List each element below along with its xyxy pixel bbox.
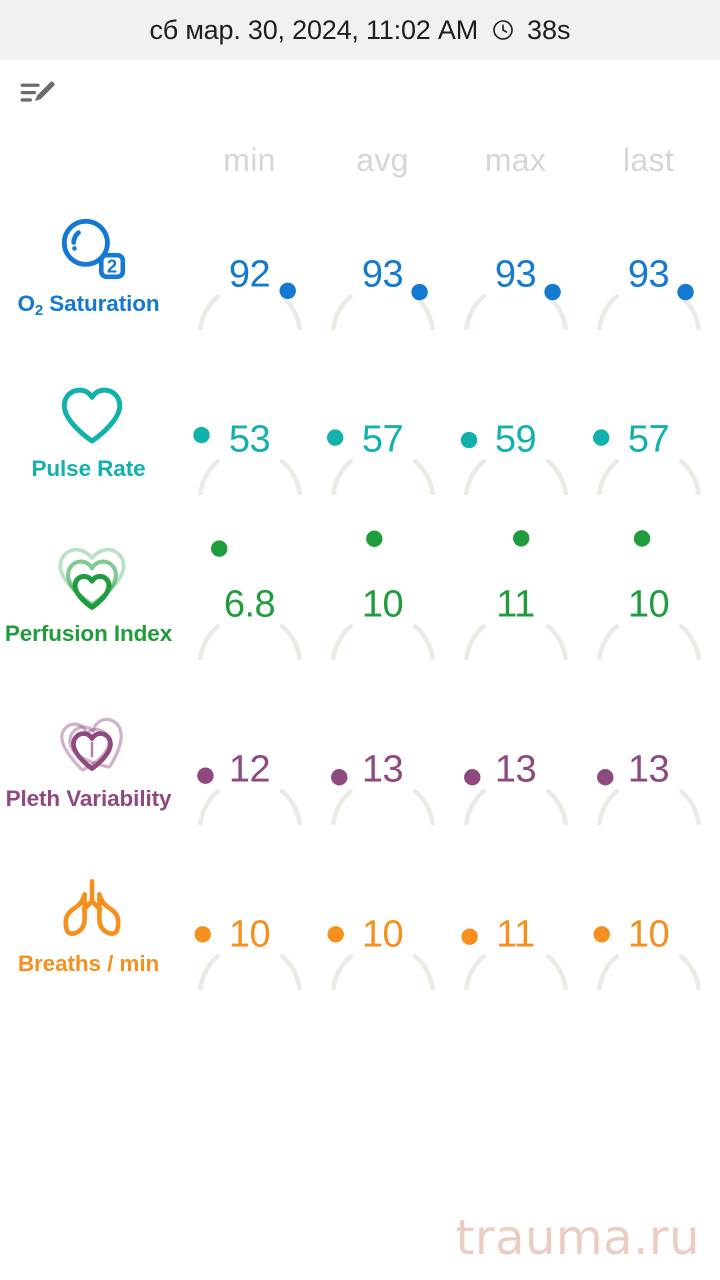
gauge-value: 93 — [627, 253, 670, 296]
gauge-value: 12 — [228, 748, 271, 791]
gauge-value: 93 — [361, 253, 404, 296]
gauge-breaths-min-last[interactable]: 10 — [582, 860, 715, 1010]
gauge-value: 10 — [627, 913, 670, 956]
duration-group: 38s — [491, 15, 571, 46]
topbar: сб мар. 30, 2024, 11:02 AM 38s — [0, 0, 720, 60]
metric-gauges: 92 93 93 93 — [183, 192, 720, 357]
metric-gauges: 10 10 11 10 — [183, 852, 720, 1017]
column-header-min: min — [223, 142, 276, 178]
metric-label-block: Breaths / min — [0, 852, 183, 1017]
gauge-breaths-min-min[interactable]: 10 — [183, 860, 316, 1010]
clock-icon — [491, 18, 515, 42]
gauge-pleth-variability-max[interactable]: 13 — [449, 695, 582, 845]
gauge-o-saturation-last[interactable]: 93 — [582, 200, 715, 350]
metric-row-o-saturation: 2 O2 Saturation 92 93 93 93 — [0, 192, 720, 357]
watermark: trauma.ru — [455, 1210, 700, 1266]
metric-row-pulse-rate: Pulse Rate 53 57 59 57 — [0, 357, 720, 522]
gauge-value: 6.8 — [223, 583, 276, 626]
overlapping-hearts-icon — [55, 707, 129, 781]
metric-label-block: Pulse Rate — [0, 357, 183, 522]
gauge-value: 57 — [361, 418, 404, 461]
column-header-avg: avg — [356, 142, 409, 178]
metric-name: Pleth Variability — [5, 786, 172, 811]
gauge-pleth-variability-min[interactable]: 12 — [183, 695, 316, 845]
gauge-value: 10 — [627, 583, 670, 626]
gauge-value: 13 — [494, 748, 537, 791]
metric-label-block: Perfusion Index — [0, 522, 183, 687]
gauge-perfusion-index-max[interactable]: 11 — [449, 530, 582, 680]
gauge-pulse-rate-avg[interactable]: 57 — [316, 365, 449, 515]
gauge-value: 59 — [494, 418, 537, 461]
gauge-perfusion-index-min[interactable]: 6.8 — [183, 530, 316, 680]
gauge-perfusion-index-avg[interactable]: 10 — [316, 530, 449, 680]
edit-note-icon[interactable] — [17, 73, 59, 115]
gauge-value: 13 — [361, 748, 404, 791]
gauge-breaths-min-max[interactable]: 11 — [449, 860, 582, 1010]
metric-gauges: 6.8 10 11 10 — [183, 522, 720, 687]
metric-label-block: 2 O2 Saturation — [0, 192, 183, 357]
metric-rows: 2 O2 Saturation 92 93 93 93 Pulse Rate 53 57 59 57… — [0, 192, 720, 1017]
metric-name: O2 Saturation — [17, 291, 160, 319]
session-datetime: сб мар. 30, 2024, 11:02 AM — [149, 14, 478, 45]
gauge-value: 11 — [496, 913, 535, 956]
gauge-pleth-variability-avg[interactable]: 13 — [316, 695, 449, 845]
gauge-value: 53 — [228, 418, 271, 461]
metric-row-perfusion-index: Perfusion Index 6.8 10 11 10 — [0, 522, 720, 687]
gauge-o-saturation-max[interactable]: 93 — [449, 200, 582, 350]
gauge-o-saturation-avg[interactable]: 93 — [316, 200, 449, 350]
metric-gauges: 12 13 13 13 — [183, 687, 720, 852]
gauge-pleth-variability-last[interactable]: 13 — [582, 695, 715, 845]
gauge-value: 13 — [627, 748, 670, 791]
gauge-value: 11 — [496, 583, 535, 626]
gauge-breaths-min-avg[interactable]: 10 — [316, 860, 449, 1010]
heart-outline-icon — [55, 377, 129, 451]
svg-text:2: 2 — [106, 256, 116, 277]
metric-row-pleth-variability: Pleth Variability 12 13 13 13 — [0, 687, 720, 852]
metric-name: Breaths / min — [17, 951, 160, 976]
gauge-value: 92 — [228, 253, 271, 296]
column-header-max: max — [484, 142, 547, 178]
lungs-icon — [55, 872, 129, 946]
pulse-oximetry-summary-screen: сб мар. 30, 2024, 11:02 AM 38s min avg max… — [0, 0, 720, 1280]
gauge-perfusion-index-last[interactable]: 10 — [582, 530, 715, 680]
gauge-pulse-rate-last[interactable]: 57 — [582, 365, 715, 515]
nested-hearts-icon — [55, 542, 129, 616]
metric-name: Perfusion Index — [4, 621, 173, 646]
gauge-value: 93 — [494, 253, 537, 296]
metric-label-block: Pleth Variability — [0, 687, 183, 852]
gauge-o-saturation-min[interactable]: 92 — [183, 200, 316, 350]
o2-saturation-icon: 2 — [55, 212, 129, 286]
toolbar — [0, 60, 720, 128]
metric-name: Pulse Rate — [31, 456, 146, 481]
gauge-value: 57 — [627, 418, 670, 461]
gauge-value: 10 — [228, 913, 271, 956]
gauge-pulse-rate-max[interactable]: 59 — [449, 365, 582, 515]
gauge-value: 10 — [361, 913, 404, 956]
metric-row-breaths-min: Breaths / min 10 10 11 10 — [0, 852, 720, 1017]
metric-gauges: 53 57 59 57 — [183, 357, 720, 522]
column-headers: min avg max last — [0, 142, 720, 192]
gauge-pulse-rate-min[interactable]: 53 — [183, 365, 316, 515]
gauge-value: 10 — [361, 583, 404, 626]
column-header-last: last — [623, 142, 674, 178]
session-duration: 38s — [526, 14, 571, 45]
